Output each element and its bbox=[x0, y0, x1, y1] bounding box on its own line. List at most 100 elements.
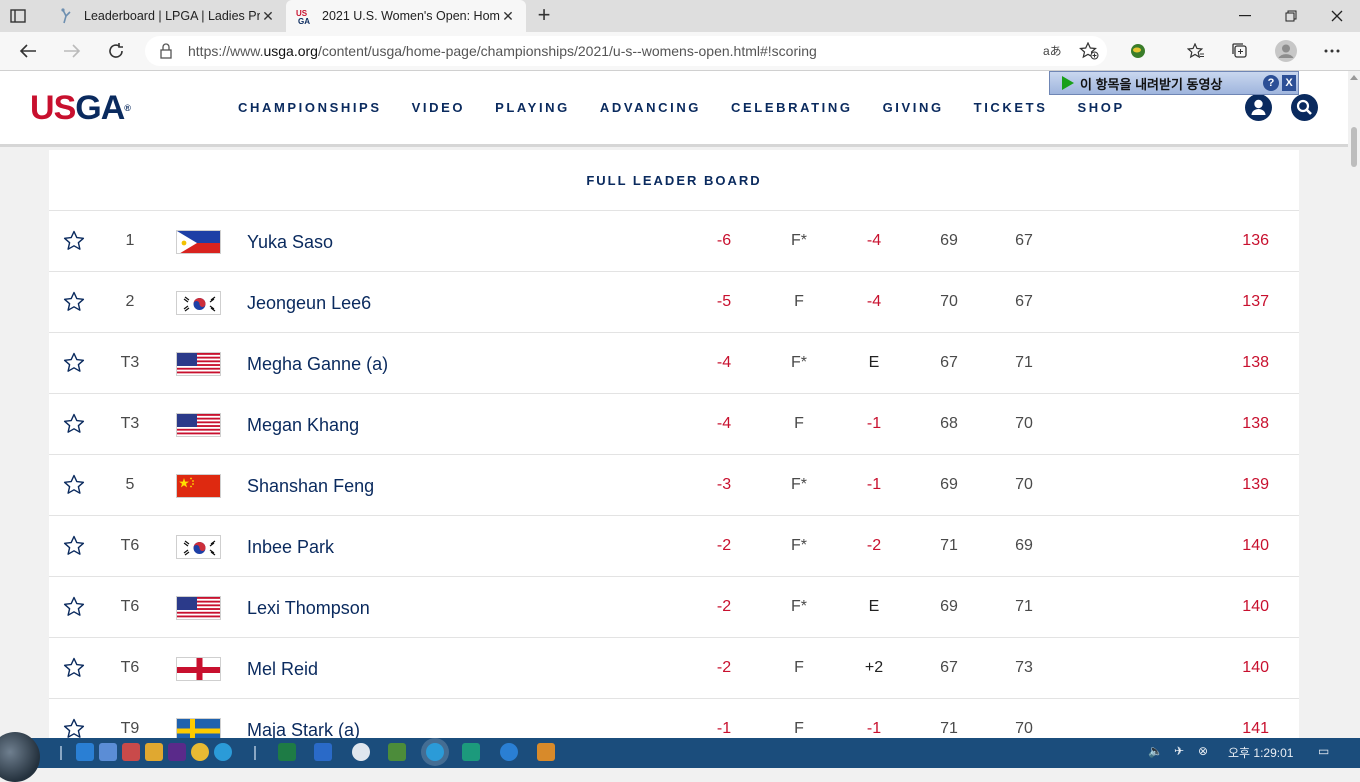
thru-status: F* bbox=[791, 232, 807, 249]
player-name-link[interactable]: Megan Khang bbox=[247, 415, 359, 436]
chrome-icon[interactable] bbox=[191, 743, 209, 761]
video-download-label: 이 항목을 내려받기 동영상 bbox=[1080, 76, 1223, 92]
player-name-link[interactable]: Mel Reid bbox=[247, 659, 318, 680]
edge-icon[interactable] bbox=[214, 743, 232, 761]
more-menu-icon[interactable] bbox=[1318, 38, 1346, 64]
leaderboard-row[interactable]: 2 Jeongeun Lee6 -5 F -4 70 67 137 bbox=[49, 272, 1299, 333]
round2-score: 67 bbox=[1015, 293, 1033, 310]
nav-advancing[interactable]: ADVANCING bbox=[600, 100, 701, 115]
add-favorite-icon[interactable] bbox=[1079, 41, 1099, 60]
player-name-link[interactable]: Inbee Park bbox=[247, 537, 334, 558]
onenote-icon[interactable] bbox=[168, 743, 186, 761]
app-tools-icon[interactable] bbox=[122, 743, 140, 761]
app-window-icon[interactable] bbox=[462, 743, 480, 761]
nav-giving[interactable]: GIVING bbox=[883, 100, 944, 115]
forward-icon[interactable] bbox=[58, 38, 86, 64]
player-name-link[interactable]: Shanshan Feng bbox=[247, 476, 374, 497]
player-name-link[interactable]: Lexi Thompson bbox=[247, 598, 370, 619]
favorite-star-icon[interactable] bbox=[63, 230, 85, 252]
leaderboard-row[interactable]: T6 Mel Reid -2 F +2 67 73 140 bbox=[49, 638, 1299, 699]
notifications-icon[interactable]: ▭ bbox=[1318, 744, 1329, 758]
restore-icon[interactable] bbox=[1268, 0, 1314, 32]
favorite-star-icon[interactable] bbox=[63, 657, 85, 679]
scroll-up-icon[interactable] bbox=[1350, 75, 1358, 80]
aggregate-score: 137 bbox=[1242, 293, 1269, 310]
ie-icon[interactable] bbox=[76, 743, 94, 761]
taskbar-divider bbox=[254, 746, 256, 760]
read-aloud-icon[interactable]: aあ bbox=[1043, 42, 1062, 59]
favorite-star-icon[interactable] bbox=[63, 474, 85, 496]
favorite-star-icon[interactable] bbox=[63, 352, 85, 374]
leaderboard-title: FULL LEADER BOARD bbox=[586, 172, 762, 188]
today-score: -1 bbox=[866, 476, 882, 493]
main-nav: CHAMPIONSHIPS VIDEO PLAYING ADVANCING CE… bbox=[238, 100, 1155, 115]
page-scrollbar[interactable] bbox=[1348, 71, 1360, 739]
player-name-link[interactable]: Maja Stark (a) bbox=[247, 720, 360, 740]
today-score: -4 bbox=[866, 293, 882, 310]
leaderboard-row[interactable]: T9 Maja Stark (a) -1 F -1 71 70 141 bbox=[49, 699, 1299, 740]
volume-icon[interactable]: 🔈 bbox=[1148, 744, 1163, 758]
globe-app-icon[interactable] bbox=[388, 743, 406, 761]
explorer-window-icon[interactable] bbox=[99, 743, 117, 761]
network-off-icon[interactable]: ⊗ bbox=[1198, 744, 1208, 758]
nav-playing[interactable]: PLAYING bbox=[495, 100, 570, 115]
folder-icon[interactable] bbox=[145, 743, 163, 761]
tab-title: Leaderboard | LPGA | Ladies Prof bbox=[84, 9, 260, 23]
leaderboard-row[interactable]: T3 Megan Khang -4 F -1 68 70 138 bbox=[49, 394, 1299, 455]
leaderboard-row[interactable]: T6 Lexi Thompson -2 F* E 69 71 140 bbox=[49, 577, 1299, 638]
nav-celebrating[interactable]: CELEBRATING bbox=[731, 100, 853, 115]
lpga-favicon-icon bbox=[58, 8, 74, 24]
search-icon[interactable] bbox=[1291, 94, 1318, 121]
excel-icon[interactable] bbox=[278, 743, 296, 761]
favorite-star-icon[interactable] bbox=[63, 718, 85, 740]
svg-text:GA: GA bbox=[298, 17, 310, 24]
close-window-icon[interactable] bbox=[1314, 0, 1360, 32]
help-button[interactable]: ? bbox=[1263, 75, 1279, 91]
china-flag-icon bbox=[176, 474, 221, 498]
leaderboard-row[interactable]: T6 Inbee Park -2 F* -2 71 69 140 bbox=[49, 516, 1299, 577]
leaderboard-row[interactable]: 1 Yuka Saso -6 F* -4 69 67 136 bbox=[49, 211, 1299, 272]
new-tab-button[interactable]: + bbox=[532, 4, 556, 28]
edge-active-icon[interactable] bbox=[426, 743, 444, 761]
favorites-icon[interactable] bbox=[1182, 38, 1210, 64]
minimize-icon[interactable] bbox=[1222, 0, 1268, 32]
profile-avatar-icon[interactable] bbox=[1272, 38, 1300, 64]
nav-video[interactable]: VIDEO bbox=[412, 100, 465, 115]
media-app-icon[interactable] bbox=[537, 743, 555, 761]
refresh-icon[interactable] bbox=[102, 38, 130, 64]
scroll-thumb[interactable] bbox=[1351, 127, 1357, 167]
leaderboard-row[interactable]: 5 Shanshan Feng -3 F* -1 69 70 139 bbox=[49, 455, 1299, 516]
player-name-link[interactable]: Jeongeun Lee6 bbox=[247, 293, 371, 314]
favorite-star-icon[interactable] bbox=[63, 535, 85, 557]
document-icon[interactable] bbox=[314, 743, 332, 761]
tab-close-icon[interactable]: ✕ bbox=[500, 8, 516, 25]
tab-actions-icon[interactable] bbox=[8, 6, 28, 26]
tab-close-icon[interactable]: ✕ bbox=[260, 8, 276, 25]
aggregate-score: 140 bbox=[1242, 537, 1269, 554]
address-bar[interactable]: https://www.usga.org/content/usga/home-p… bbox=[145, 36, 1107, 66]
airplane-mode-icon[interactable]: ✈ bbox=[1174, 744, 1184, 758]
clock-text[interactable]: 오후 1:29:01 bbox=[1228, 744, 1293, 761]
ie-window-icon[interactable] bbox=[500, 743, 518, 761]
player-name-link[interactable]: Yuka Saso bbox=[247, 232, 333, 253]
nav-championships[interactable]: CHAMPIONSHIPS bbox=[238, 100, 382, 115]
close-promo-button[interactable]: X bbox=[1282, 75, 1296, 91]
nav-shop[interactable]: SHOP bbox=[1077, 100, 1124, 115]
back-icon[interactable] bbox=[14, 38, 42, 64]
tab-usga-open[interactable]: US GA 2021 U.S. Women's Open: Home ✕ bbox=[286, 0, 526, 32]
england-flag-icon bbox=[176, 657, 221, 681]
collections-icon[interactable] bbox=[1226, 38, 1254, 64]
video-download-bar[interactable]: 이 항목을 내려받기 동영상 ? X bbox=[1049, 71, 1299, 95]
favorite-star-icon[interactable] bbox=[63, 596, 85, 618]
remote-icon[interactable] bbox=[352, 743, 370, 761]
player-name-link[interactable]: Megha Ganne (a) bbox=[247, 354, 388, 375]
leaderboard-row[interactable]: T3 Megha Ganne (a) -4 F* E 67 71 138 bbox=[49, 333, 1299, 394]
start-button[interactable] bbox=[0, 732, 40, 782]
extension-globe-icon[interactable] bbox=[1124, 38, 1152, 64]
usga-logo[interactable]: USGA® bbox=[30, 89, 131, 127]
favorite-star-icon[interactable] bbox=[63, 413, 85, 435]
favorite-star-icon[interactable] bbox=[63, 291, 85, 313]
tab-lpga-leaderboard[interactable]: Leaderboard | LPGA | Ladies Prof ✕ bbox=[48, 0, 286, 32]
nav-tickets[interactable]: TICKETS bbox=[974, 100, 1048, 115]
account-icon[interactable] bbox=[1245, 94, 1272, 121]
